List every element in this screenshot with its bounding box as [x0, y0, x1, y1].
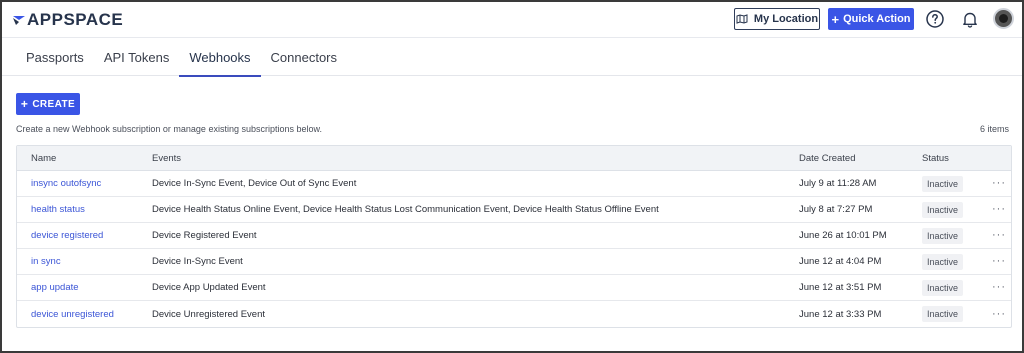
more-horizontal-icon[interactable]: ··· [992, 256, 1006, 267]
webhook-date-created: June 26 at 10:01 PM [799, 230, 887, 241]
column-header-name[interactable]: Name [31, 146, 56, 170]
webhooks-table: Name Events Date Created Status insync o… [16, 145, 1012, 328]
status-badge: Inactive [922, 227, 964, 244]
webhook-date-created: June 12 at 4:04 PM [799, 256, 882, 267]
notifications-button[interactable] [959, 8, 981, 30]
plus-icon: + [20, 97, 29, 111]
more-horizontal-icon[interactable]: ··· [992, 282, 1006, 293]
webhook-events: Device Registered Event [152, 230, 257, 241]
webhook-events: Device Health Status Online Event, Devic… [152, 204, 659, 215]
location-map-icon [736, 14, 748, 24]
webhook-date-created: July 9 at 11:28 AM [799, 178, 877, 189]
tab-api-tokens[interactable]: API Tokens [94, 38, 180, 76]
column-header-date-created[interactable]: Date Created [799, 146, 856, 170]
webhook-name-link[interactable]: in sync [31, 256, 61, 267]
help-button[interactable] [924, 8, 946, 30]
tab-connectors[interactable]: Connectors [261, 38, 347, 76]
status-badge: Inactive [922, 279, 964, 296]
webhook-name-link[interactable]: health status [31, 204, 85, 215]
column-header-status[interactable]: Status [922, 146, 949, 170]
webhook-name-link[interactable]: device unregistered [31, 309, 114, 320]
table-row[interactable]: in sync Device In-Sync Event June 12 at … [17, 249, 1011, 275]
webhook-name-link[interactable]: insync outofsync [31, 178, 101, 189]
more-horizontal-icon[interactable]: ··· [992, 230, 1006, 241]
more-horizontal-icon[interactable]: ··· [992, 204, 1006, 215]
quick-action-label: Quick Action [843, 13, 911, 25]
table-row[interactable]: app update Device App Updated Event June… [17, 275, 1011, 301]
webhook-name-link[interactable]: app update [31, 282, 79, 293]
more-horizontal-icon[interactable]: ··· [992, 308, 1006, 320]
status-badge: Inactive [922, 306, 964, 322]
status-badge: Inactive [922, 175, 964, 192]
webhook-date-created: June 12 at 3:33 PM [799, 308, 882, 320]
top-bar: APPSPACE My Location + Quick Action [2, 2, 1022, 38]
app-window: APPSPACE My Location + Quick Action Pass… [0, 0, 1024, 353]
quick-action-button[interactable]: + Quick Action [828, 8, 914, 30]
webhook-events: Device App Updated Event [152, 282, 266, 293]
settings-tabs: Passports API Tokens Webhooks Connectors [2, 38, 1022, 77]
tab-passports[interactable]: Passports [16, 38, 94, 76]
table-row[interactable]: device registered Device Registered Even… [17, 223, 1011, 249]
webhook-events: Device Unregistered Event [152, 308, 265, 320]
table-header: Name Events Date Created Status [17, 146, 1011, 171]
bell-icon [963, 12, 977, 28]
webhook-events: Device In-Sync Event, Device Out of Sync… [152, 178, 357, 189]
user-avatar[interactable] [993, 8, 1014, 29]
webhook-date-created: July 8 at 7:27 PM [799, 204, 873, 215]
status-badge: Inactive [922, 201, 964, 218]
column-header-events[interactable]: Events [152, 146, 181, 170]
webhook-date-created: June 12 at 3:51 PM [799, 282, 882, 293]
table-row[interactable]: device unregistered Device Unregistered … [17, 301, 1011, 327]
my-location-button[interactable]: My Location [734, 8, 820, 30]
plus-icon: + [831, 11, 840, 27]
table-row[interactable]: health status Device Health Status Onlin… [17, 197, 1011, 223]
logo-text: APPSPACE [27, 10, 124, 29]
webhook-events: Device In-Sync Event [152, 256, 243, 267]
table-row[interactable]: insync outofsync Device In-Sync Event, D… [17, 171, 1011, 197]
webhook-name-link[interactable]: device registered [31, 230, 103, 241]
status-badge: Inactive [922, 253, 964, 270]
page-description: Create a new Webhook subscription or man… [16, 124, 322, 134]
appspace-logo[interactable]: APPSPACE [12, 10, 124, 29]
tab-webhooks[interactable]: Webhooks [179, 38, 261, 77]
item-count: 6 items [979, 124, 1009, 134]
create-button[interactable]: + CREATE [16, 93, 80, 115]
appspace-logo-icon [13, 16, 25, 25]
create-label: CREATE [32, 98, 76, 110]
more-horizontal-icon[interactable]: ··· [992, 178, 1006, 189]
help-circle-icon [926, 10, 944, 28]
my-location-label: My Location [753, 13, 819, 25]
